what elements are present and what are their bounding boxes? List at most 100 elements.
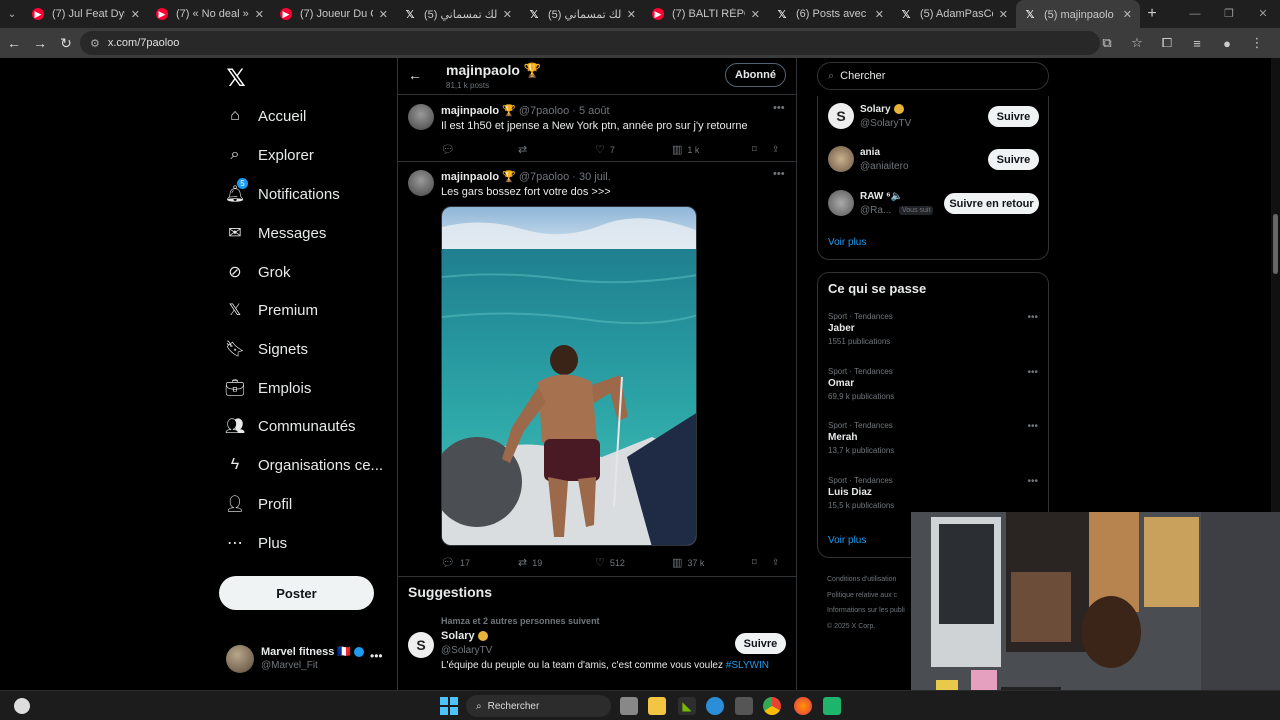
tab-search-chevron-icon[interactable]: ⌄ [0,0,24,28]
more-icon[interactable]: ••• [370,649,383,663]
weather-icon[interactable] [14,698,30,714]
browser-tab[interactable]: 𝕏 (5) أبو مالك تمسماني ✕ [520,0,644,28]
taskbar-search[interactable]: ⌕ Rechercher [466,695,611,717]
app-icon[interactable] [823,697,841,715]
follow-button[interactable]: Suivre [735,633,786,654]
share-icon[interactable]: ⇪ [772,143,780,156]
trend-more-icon[interactable]: ••• [1027,476,1038,487]
scrollbar-thumb[interactable] [1273,214,1278,274]
menu-icon[interactable]: ⋮ [1242,35,1272,51]
follow-button[interactable]: Suivre en retour [944,193,1039,214]
footer-privacy-link[interactable]: Politique relative aux c [827,588,911,604]
close-tab-icon[interactable]: ✕ [255,8,264,21]
restore-icon[interactable]: ❐ [1212,0,1246,28]
back-icon[interactable]: ← [2,35,26,51]
file-explorer-icon[interactable] [648,697,666,715]
views-button[interactable]: ▥ 37 k [672,556,752,569]
trend-item[interactable]: Sport · Tendances Merah 13,7 k publicati… [828,421,1043,455]
browser-tab[interactable]: ▶ (7) Joueur Du Grenier ✕ [272,0,396,28]
browser-tab[interactable]: ▶ (7) BALTI RÉPOND AU ✕ [644,0,768,28]
like-button[interactable]: ♡ 512 [595,556,672,569]
views-button[interactable]: ▥ 1 k [672,143,752,156]
browser-tab[interactable]: 𝕏 (5) AdamPasContent ✕ [892,0,1016,28]
follow-suggestion-name[interactable]: ania [860,147,880,158]
bookmark-icon[interactable]: ⌑ [752,143,772,156]
close-tab-icon[interactable]: ✕ [503,8,512,21]
x-logo-icon[interactable]: 𝕏 [222,64,250,92]
nav-item[interactable]: 𝕏 Premium [222,295,392,325]
nav-item[interactable]: 🔖︎ Signets [222,334,392,364]
tweet[interactable]: majinpaolo 🏆 @7paoloo · 30 juil. ••• Les… [398,162,796,577]
follow-button[interactable]: Suivre [988,149,1039,170]
share-icon[interactable]: ⇪ [772,556,780,569]
browser-tab[interactable]: 𝕏 (5) majinpaolo 🏆 (@ ✕ [1016,0,1140,28]
reply-button[interactable]: 💬︎ [441,143,518,156]
footer-ads-link[interactable]: Informations sur les publi [827,603,911,619]
star-icon[interactable]: ☆ [1122,35,1152,51]
trend-more-icon[interactable]: ••• [1027,367,1038,378]
nav-item[interactable]: 🔔︎ 5 Notifications [222,178,392,209]
browser-tab[interactable]: 𝕏 (5) أبو مالك تمسماني ✕ [396,0,520,28]
tweet-photo[interactable] [441,206,697,546]
hashtag-link[interactable]: #SLYWIN [726,660,769,671]
tweet-more-icon[interactable]: ••• [773,168,785,180]
nav-item[interactable]: 👤︎ Profil [222,489,392,519]
post-button[interactable]: Poster [219,576,374,610]
trends-see-more-link[interactable]: Voir plus [828,535,866,546]
browser-tab[interactable]: 𝕏 (6) Posts avec répons ✕ [768,0,892,28]
see-more-link[interactable]: Voir plus [828,237,866,248]
browser-tab[interactable]: ▶ (7) « No deal » en Ala ✕ [148,0,272,28]
trend-item[interactable]: Sport · Tendances Jaber 1551 publication… [828,312,1043,346]
trend-more-icon[interactable]: ••• [1027,312,1038,323]
nav-item[interactable]: ϟ Organisations ce... [222,450,392,480]
follow-suggestion-name[interactable]: Solary [860,104,904,115]
retweet-button[interactable]: ⇄ [518,143,595,156]
follow-button[interactable]: Suivre [988,106,1039,127]
windows-start-icon[interactable] [440,697,458,715]
close-tab-icon[interactable]: ✕ [999,8,1008,21]
forward-icon[interactable]: → [28,35,52,51]
nav-item[interactable]: 💼︎ Emplois [222,373,392,403]
close-tab-icon[interactable]: ✕ [751,8,760,21]
browser-tab[interactable]: ▶ (7) Jul Feat Dystinct ✕ [24,0,148,28]
close-window-icon[interactable]: ✕ [1246,0,1280,28]
nav-item[interactable]: ⌕ Explorer [222,140,392,170]
nav-item[interactable]: ⌂ Accueil [222,101,392,131]
search-input[interactable]: ⌕ Chercher [817,62,1049,90]
avatar[interactable] [828,146,854,172]
account-switcher[interactable]: Marvel fitness 🇫🇷 @Marvel_Fit ••• [226,643,386,675]
close-tab-icon[interactable]: ✕ [627,8,636,21]
back-arrow-icon[interactable]: ← [408,67,422,83]
new-tab-button[interactable]: + [1140,5,1164,23]
address-bar[interactable]: ⚙ x.com/7paoloo [80,31,1100,55]
reply-button[interactable]: 💬︎ 17 [441,556,518,569]
close-tab-icon[interactable]: ✕ [379,8,388,21]
tweet[interactable]: majinpaolo 🏆 @7paoloo · 5 août ••• Il es… [398,96,796,162]
reading-list-icon[interactable]: ≡ [1182,36,1212,51]
retweet-button[interactable]: ⇄ 19 [518,556,595,569]
avatar[interactable]: S [828,103,854,129]
trend-item[interactable]: Sport · Tendances Luis Diaz 15,5 k publi… [828,476,1043,510]
firefox-icon[interactable] [794,697,812,715]
nav-item[interactable]: ✉ Messages [222,218,392,248]
site-info-icon[interactable]: ⚙ [90,37,100,50]
bookmark-icon[interactable]: ⌑ [752,556,772,569]
task-view-icon[interactable] [620,697,638,715]
reload-icon[interactable]: ↻ [54,35,78,52]
close-tab-icon[interactable]: ✕ [1123,8,1132,21]
nav-item[interactable]: ⋯ Plus [222,528,392,558]
nav-item[interactable]: 👥︎ Communautés [222,411,392,441]
avatar[interactable] [828,190,854,216]
trend-more-icon[interactable]: ••• [1027,421,1038,432]
extensions-icon[interactable]: ⧠ [1152,35,1182,51]
edge-icon[interactable] [706,697,724,715]
footer-terms-link[interactable]: Conditions d'utilisation [827,572,911,588]
chrome-icon[interactable] [763,697,781,715]
like-button[interactable]: ♡ 7 [595,143,672,156]
trend-item[interactable]: Sport · Tendances Omar 69,9 k publicatio… [828,367,1043,401]
minimize-icon[interactable]: — [1178,0,1212,28]
tweet-more-icon[interactable]: ••• [773,102,785,114]
following-button[interactable]: Abonné [725,63,786,87]
nvidia-icon[interactable]: ◣ [678,697,696,715]
close-tab-icon[interactable]: ✕ [875,8,884,21]
